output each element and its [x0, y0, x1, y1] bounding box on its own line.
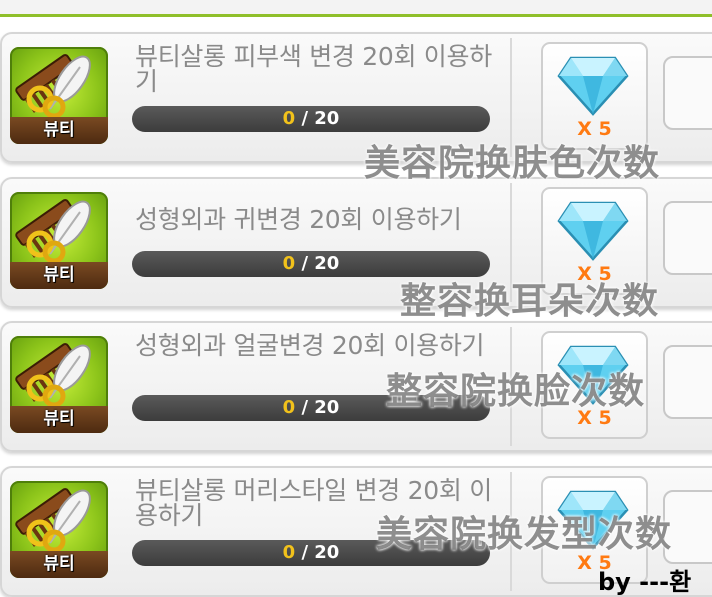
progress-current: 0 [282, 253, 296, 274]
progress-separator: / [295, 542, 315, 563]
progress-current: 0 [282, 108, 296, 129]
claim-button[interactable] [663, 201, 712, 275]
progress-separator: / [295, 108, 315, 129]
quest-title: 성형외과 귀변경 20회 이용하기 [135, 205, 462, 234]
claim-button[interactable] [663, 345, 712, 419]
progress-separator: / [295, 397, 315, 418]
beauty-category-icon: 뷰티 [10, 481, 108, 578]
beauty-category-icon: 뷰티 [10, 47, 108, 144]
author-credit: by ---환 [598, 568, 692, 596]
progress-current: 0 [282, 397, 296, 418]
annotation-overlay: 美容院换发型次数 [376, 514, 673, 555]
quest-title: 성형외과 얼굴변경 20회 이용하기 [135, 331, 485, 360]
progress-total: 20 [314, 253, 340, 274]
annotation-overlay: 整容换耳朵次数 [400, 281, 660, 322]
progress-separator: / [295, 253, 315, 274]
quest-title: 뷰티살롱 피부색 변경 20회 이용하기 [135, 42, 492, 96]
category-label: 뷰티 [10, 406, 108, 433]
annotation-overlay: 美容院换肤色次数 [364, 143, 661, 184]
progress-total: 20 [314, 542, 340, 563]
progress-bar: 0 / 20 [132, 106, 490, 132]
progress-current: 0 [282, 542, 296, 563]
category-label: 뷰티 [10, 117, 108, 144]
annotation-overlay: 整容院换脸次数 [386, 371, 646, 412]
category-label: 뷰티 [10, 551, 108, 578]
progress-total: 20 [314, 397, 340, 418]
diamond-icon [557, 56, 629, 116]
beauty-category-icon: 뷰티 [10, 336, 108, 433]
progress-total: 20 [314, 108, 340, 129]
top-header-band [0, 0, 712, 17]
claim-button[interactable] [663, 56, 712, 130]
diamond-icon [557, 201, 629, 261]
category-label: 뷰티 [10, 262, 108, 289]
beauty-category-icon: 뷰티 [10, 192, 108, 289]
